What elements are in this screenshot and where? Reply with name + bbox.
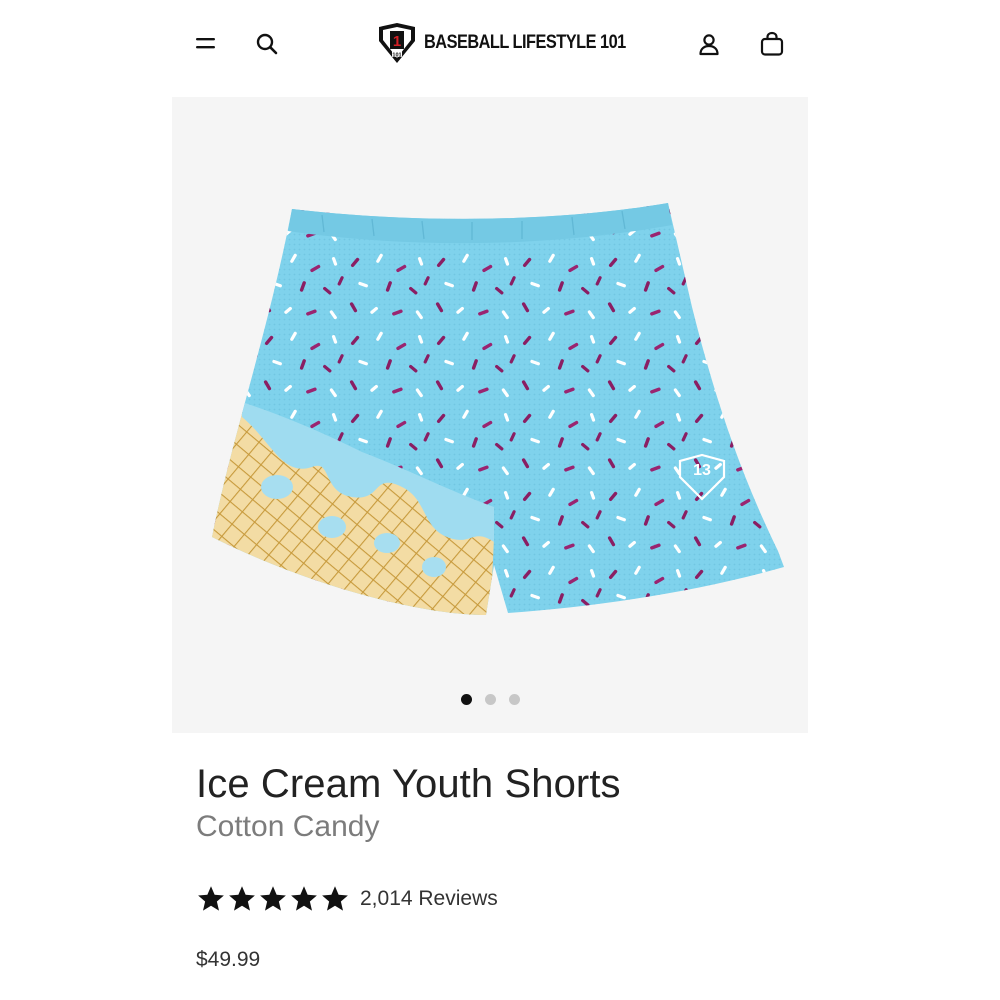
cart-button[interactable] <box>754 26 790 62</box>
svg-text:1: 1 <box>393 33 401 50</box>
brand-name: BASEBALL LIFESTYLE 101 <box>424 32 626 53</box>
svg-text:13: 13 <box>693 462 711 479</box>
search-icon <box>256 33 278 55</box>
product-image-shorts[interactable]: 13 <box>172 97 808 733</box>
site-header: 1 101 BASEBALL LIFESTYLE 101 <box>172 0 808 97</box>
user-account-icon <box>699 34 719 56</box>
brand-shield-icon: 1 101 <box>379 23 415 63</box>
product-page: 1 101 BASEBALL LIFESTYLE 101 13 Ice Crea… <box>172 0 808 1000</box>
star-icon <box>260 886 286 911</box>
gallery-dot-1[interactable] <box>460 694 472 705</box>
account-button[interactable] <box>691 26 727 62</box>
shopping-bag-icon <box>760 31 784 56</box>
star-icon <box>229 886 255 911</box>
reviews-link[interactable]: 2,014 Reviews <box>360 887 498 911</box>
hamburger-menu-icon <box>196 38 215 49</box>
star-icon <box>322 886 348 911</box>
search-button[interactable] <box>249 26 285 62</box>
star-rating <box>196 884 350 914</box>
gallery-dot-3[interactable] <box>508 694 520 705</box>
gallery-dot-2[interactable] <box>484 694 496 705</box>
star-icon <box>198 886 224 911</box>
product-price: $49.99 <box>196 948 261 971</box>
product-image-gallery[interactable]: 13 <box>172 97 808 733</box>
product-rating[interactable]: 2,014 Reviews <box>196 884 498 914</box>
gallery-pagination <box>172 694 808 705</box>
brand-logo[interactable]: 1 101 BASEBALL LIFESTYLE 101 <box>376 20 659 66</box>
menu-button[interactable] <box>188 26 224 62</box>
star-icon <box>291 886 317 911</box>
svg-text:101: 101 <box>392 53 401 59</box>
product-variant: Cotton Candy <box>196 810 380 843</box>
product-title: Ice Cream Youth Shorts <box>196 762 621 806</box>
